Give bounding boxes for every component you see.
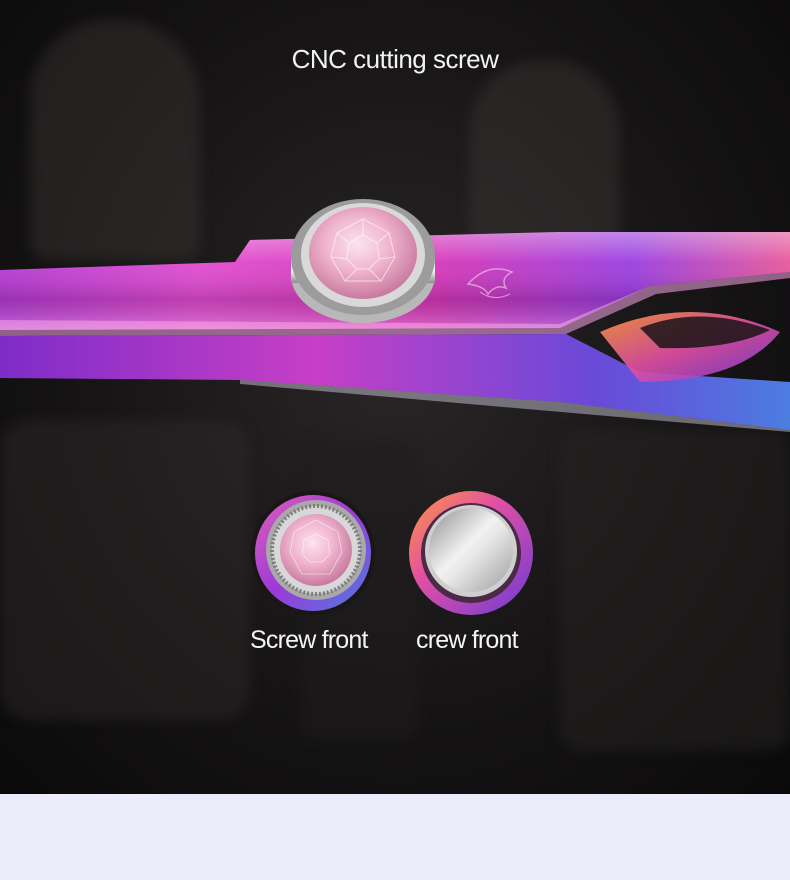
flat-screw-icon xyxy=(409,491,533,615)
product-detail-page: CNC cutting screw Screw front crew front xyxy=(0,0,790,880)
crystal-screw-icon xyxy=(251,491,375,615)
crystal-screw-icon xyxy=(291,199,435,323)
section-title: CNC cutting screw xyxy=(291,44,499,74)
background-figure xyxy=(560,430,790,750)
background-figure xyxy=(470,60,620,260)
hero-section: CNC cutting screw Screw front crew front xyxy=(0,0,790,794)
background-figure xyxy=(0,420,250,720)
caption-screw-front-left: Screw front xyxy=(250,626,368,654)
caption-screw-front-right: crew front xyxy=(416,626,519,654)
footer-band xyxy=(0,794,790,880)
